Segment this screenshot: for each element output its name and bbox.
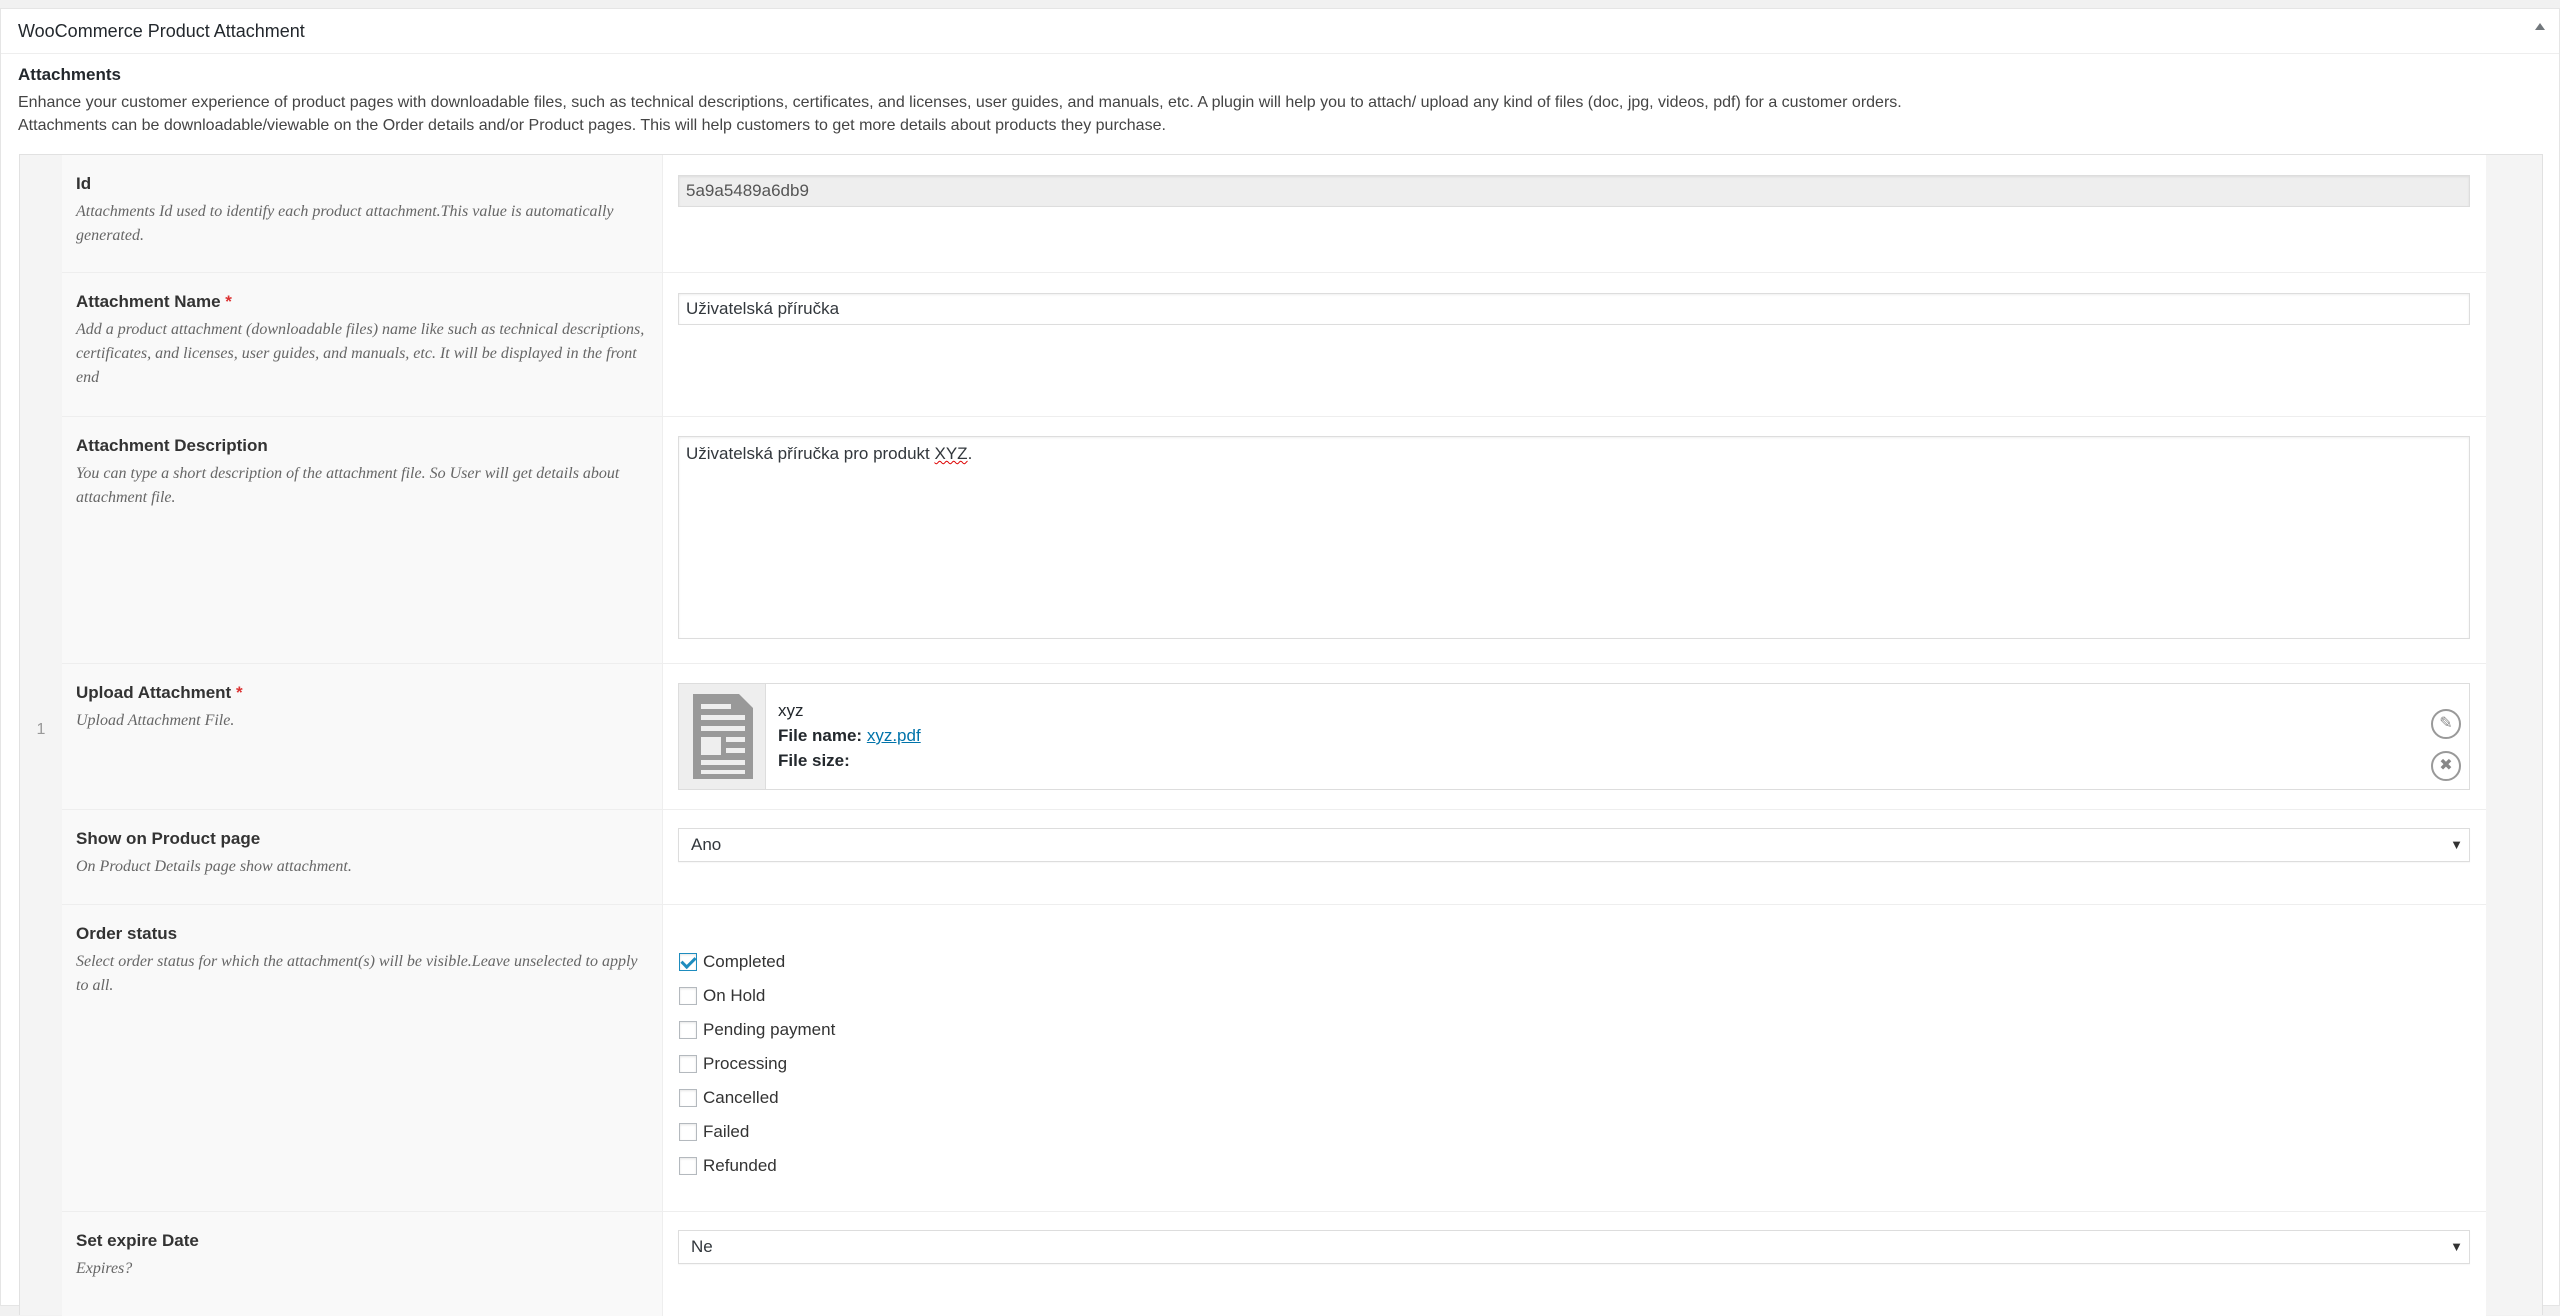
- checkbox-label: Failed: [703, 1122, 750, 1141]
- close-icon: ✖: [2439, 757, 2453, 774]
- checkbox[interactable]: [679, 1089, 697, 1107]
- misspelled-word: XYZ: [934, 444, 968, 463]
- checkbox-label: Refunded: [703, 1156, 777, 1175]
- attachment-metabox: WooCommerce Product Attachment Attachmen…: [0, 8, 2560, 1316]
- field-description: Attachments Id used to identify each pro…: [76, 203, 614, 244]
- field-description: You can type a short description of the …: [76, 465, 620, 506]
- intro-description-line-2: Attachments can be downloadable/viewable…: [18, 117, 1166, 134]
- uploaded-file-preview: xyz File name: xyz.pdf File size: ✎ ✖: [678, 683, 2470, 790]
- field-attachment-description: Attachment Description You can type a sh…: [62, 417, 2486, 664]
- field-order-status: Order status Select order status for whi…: [62, 905, 2486, 1212]
- field-description: Expires?: [76, 1260, 133, 1277]
- file-name-link[interactable]: xyz.pdf: [867, 726, 921, 745]
- chevron-down-icon: ▼: [2450, 1239, 2463, 1254]
- edit-file-button[interactable]: ✎: [2431, 709, 2461, 739]
- checkbox-label: Cancelled: [703, 1088, 779, 1107]
- checkbox-label: Processing: [703, 1054, 788, 1073]
- checkbox-label: Completed: [703, 952, 786, 971]
- row-actions-gutter: [2485, 155, 2542, 1315]
- document-icon: [679, 684, 766, 789]
- file-info: xyz File name: xyz.pdf File size:: [778, 698, 921, 773]
- field-label: Show on Product page: [76, 829, 261, 848]
- required-marker: *: [235, 683, 243, 702]
- checkbox[interactable]: [679, 1157, 697, 1175]
- field-show-on-product-page: Show on Product page On Product Details …: [62, 810, 2486, 905]
- field-label: Upload Attachment *: [76, 683, 243, 702]
- checkbox[interactable]: [679, 1055, 697, 1073]
- selected-value: Ano: [691, 835, 722, 854]
- row-drag-handle[interactable]: 1: [20, 155, 63, 1315]
- field-label: Id: [76, 174, 92, 193]
- required-marker: *: [225, 292, 232, 311]
- order-status-option[interactable]: Failed: [679, 1115, 835, 1149]
- intro-description-line-1: Enhance your customer experience of prod…: [18, 94, 1902, 111]
- file-size-label: File size:: [778, 751, 850, 770]
- intro-section: Attachments Enhance your customer experi…: [18, 65, 2518, 137]
- order-status-option[interactable]: On Hold: [679, 979, 835, 1013]
- field-description: Add a product attachment (downloadable f…: [76, 321, 645, 386]
- field-id: Id Attachments Id used to identify each …: [62, 155, 2486, 273]
- field-label: Set expire Date: [76, 1231, 199, 1250]
- order-status-option[interactable]: Processing: [679, 1047, 835, 1081]
- selected-value: Ne: [691, 1237, 713, 1256]
- metabox-header[interactable]: WooCommerce Product Attachment: [1, 9, 2559, 54]
- field-label: Attachment Name *: [76, 292, 232, 311]
- expire-date-select[interactable]: Ne ▼: [678, 1230, 2470, 1264]
- collapse-arrow-icon[interactable]: [2535, 23, 2545, 30]
- pencil-icon: ✎: [2439, 715, 2453, 732]
- file-name-label: File name:: [778, 726, 863, 745]
- field-upload-attachment: Upload Attachment * Upload Attachment Fi…: [62, 664, 2486, 810]
- field-description: Select order status for which the attach…: [76, 953, 638, 994]
- checkbox[interactable]: [679, 987, 697, 1005]
- order-status-option[interactable]: Cancelled: [679, 1081, 835, 1115]
- order-status-checklist: Completed On Hold Pending payment Processin…: [679, 945, 835, 1183]
- field-label: Order status: [76, 924, 178, 943]
- remove-file-button[interactable]: ✖: [2431, 751, 2461, 781]
- show-on-product-select[interactable]: Ano ▼: [678, 828, 2470, 862]
- checkbox-label: On Hold: [703, 986, 766, 1005]
- field-attachment-name: Attachment Name * Add a product attachme…: [62, 273, 2486, 417]
- order-status-option[interactable]: Pending payment: [679, 1013, 835, 1047]
- row-number: 1: [36, 721, 46, 738]
- field-description: On Product Details page show attachment.: [76, 858, 352, 875]
- checkbox-label: Pending payment: [703, 1020, 836, 1039]
- checkbox[interactable]: [679, 1021, 697, 1039]
- file-title: xyz: [778, 701, 804, 720]
- field-description: Upload Attachment File.: [76, 712, 235, 729]
- field-set-expire-date: Set expire Date Expires? Ne ▼: [62, 1212, 2486, 1316]
- id-input: 5a9a5489a6db9: [678, 175, 2470, 207]
- attachment-name-input[interactable]: Uživatelská příručka: [678, 293, 2470, 325]
- section-heading: Attachments: [18, 65, 121, 84]
- order-status-option[interactable]: Completed: [679, 945, 835, 979]
- checkbox[interactable]: [679, 953, 697, 971]
- attachment-description-textarea[interactable]: Uživatelská příručka pro produkt XYZ.: [678, 436, 2470, 639]
- field-label: Attachment Description: [76, 436, 268, 455]
- attachment-repeater-row: 1 Id Attachments Id used to identify eac…: [19, 154, 2543, 1316]
- chevron-down-icon: ▼: [2450, 837, 2463, 852]
- checkbox[interactable]: [679, 1123, 697, 1141]
- metabox-title: WooCommerce Product Attachment: [18, 21, 305, 41]
- order-status-option[interactable]: Refunded: [679, 1149, 835, 1183]
